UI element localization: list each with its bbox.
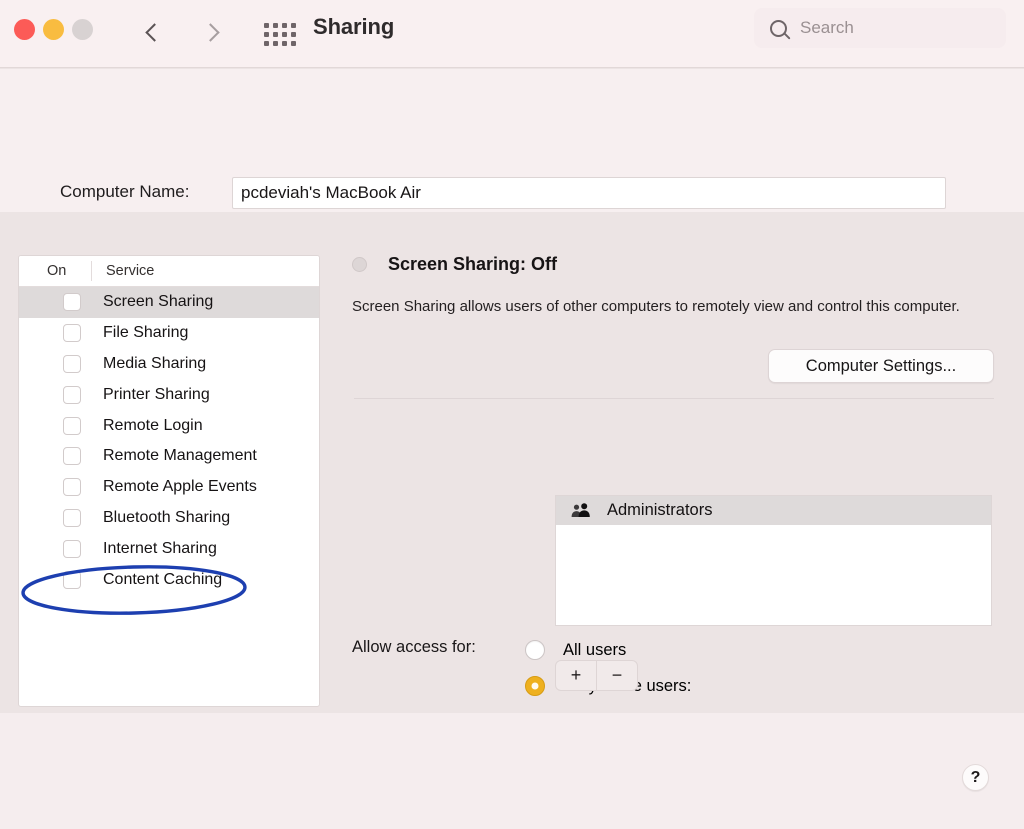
service-status: Screen Sharing: Off	[352, 254, 557, 275]
radio-button-selected-icon[interactable]	[525, 676, 545, 696]
close-button[interactable]	[14, 19, 35, 40]
service-label: Bluetooth Sharing	[103, 509, 230, 527]
chevron-left-icon	[145, 23, 163, 41]
grid-dot	[264, 32, 269, 37]
service-table-header: On Service	[19, 256, 319, 287]
traffic-lights	[14, 19, 93, 40]
service-row-content-caching[interactable]: Content Caching	[19, 564, 319, 595]
window-footer	[0, 713, 1024, 829]
detail-divider	[354, 398, 994, 399]
list-item[interactable]: Administrators	[556, 496, 991, 525]
service-row-remote-login[interactable]: Remote Login	[19, 410, 319, 441]
computer-name-section: Computer Name: pcdeviah's MacBook Air Co…	[0, 69, 1024, 212]
grid-dot	[273, 41, 278, 46]
grid-dot	[273, 32, 278, 37]
grid-dot	[291, 41, 296, 46]
add-user-button[interactable]: +	[556, 661, 597, 690]
computer-name-field[interactable]: pcdeviah's MacBook Air	[232, 177, 946, 209]
checkbox-bluetooth-sharing[interactable]	[63, 509, 81, 527]
help-button[interactable]: ?	[962, 764, 989, 791]
checkbox-printer-sharing[interactable]	[63, 386, 81, 404]
users-group-icon	[570, 503, 592, 519]
service-row-file-sharing[interactable]: File Sharing	[19, 318, 319, 349]
grid-dot	[264, 23, 269, 28]
add-remove-user-control[interactable]: + −	[555, 660, 638, 691]
allowed-users-list[interactable]: Administrators	[555, 495, 992, 626]
service-description: Screen Sharing allows users of other com…	[352, 295, 986, 318]
minimize-button[interactable]	[43, 19, 64, 40]
service-row-remote-apple-events[interactable]: Remote Apple Events	[19, 472, 319, 503]
chevron-right-icon	[201, 23, 219, 41]
grid-dot	[282, 32, 287, 37]
back-button[interactable]	[132, 10, 172, 54]
service-label: Content Caching	[103, 571, 222, 589]
service-label: Remote Apple Events	[103, 478, 257, 496]
search-placeholder: Search	[800, 18, 854, 38]
service-label: Screen Sharing	[103, 293, 213, 311]
service-list-panel[interactable]: On Service Screen Sharing File Sharing M…	[18, 255, 320, 707]
user-label: Administrators	[607, 501, 712, 520]
checkbox-screen-sharing[interactable]	[63, 293, 81, 311]
radio-label: All users	[563, 641, 626, 660]
service-row-internet-sharing[interactable]: Internet Sharing	[19, 533, 319, 564]
radio-button-icon[interactable]	[525, 640, 545, 660]
grid-dot	[264, 41, 269, 46]
service-row-media-sharing[interactable]: Media Sharing	[19, 349, 319, 380]
service-row-printer-sharing[interactable]: Printer Sharing	[19, 379, 319, 410]
forward-button[interactable]	[192, 10, 232, 54]
grid-dot	[273, 23, 278, 28]
service-label: Media Sharing	[103, 355, 206, 373]
column-header-service: Service	[91, 261, 319, 281]
grid-dot	[282, 23, 287, 28]
service-detail-pane: Screen Sharing: Off Screen Sharing allow…	[352, 212, 1004, 713]
service-label: Printer Sharing	[103, 386, 210, 404]
search-input[interactable]: Search	[754, 8, 1006, 48]
grid-dot	[282, 41, 287, 46]
service-label: Remote Management	[103, 447, 257, 465]
service-row-bluetooth-sharing[interactable]: Bluetooth Sharing	[19, 503, 319, 534]
service-label: File Sharing	[103, 324, 188, 342]
computer-name-label: Computer Name:	[60, 182, 189, 202]
checkbox-remote-login[interactable]	[63, 417, 81, 435]
checkbox-media-sharing[interactable]	[63, 355, 81, 373]
service-label: Remote Login	[103, 417, 203, 435]
grid-dot	[291, 32, 296, 37]
checkbox-file-sharing[interactable]	[63, 324, 81, 342]
column-header-on: On	[19, 263, 91, 279]
grid-dot	[291, 23, 296, 28]
sharing-body: On Service Screen Sharing File Sharing M…	[0, 212, 1024, 713]
computer-settings-button[interactable]: Computer Settings...	[768, 349, 994, 383]
checkbox-internet-sharing[interactable]	[63, 540, 81, 558]
window-titlebar: Sharing Search	[0, 0, 1024, 68]
show-all-grid-icon[interactable]	[258, 16, 302, 52]
checkbox-remote-apple-events[interactable]	[63, 478, 81, 496]
service-row-remote-management[interactable]: Remote Management	[19, 441, 319, 472]
zoom-button[interactable]	[72, 19, 93, 40]
checkbox-content-caching[interactable]	[63, 571, 81, 589]
status-off-dot	[352, 257, 367, 272]
sharing-preferences-window: Sharing Search Computer Name: pcdeviah's…	[0, 0, 1024, 829]
computer-name-value: pcdeviah's MacBook Air	[241, 183, 421, 203]
remove-user-button[interactable]: −	[597, 661, 637, 690]
service-label: Internet Sharing	[103, 540, 217, 558]
status-badge: Screen Sharing: Off	[388, 254, 557, 275]
service-row-screen-sharing[interactable]: Screen Sharing	[19, 287, 319, 318]
page-title: Sharing	[313, 14, 394, 40]
search-icon	[770, 20, 787, 37]
allow-access-label: Allow access for:	[352, 638, 476, 657]
checkbox-remote-management[interactable]	[63, 447, 81, 465]
